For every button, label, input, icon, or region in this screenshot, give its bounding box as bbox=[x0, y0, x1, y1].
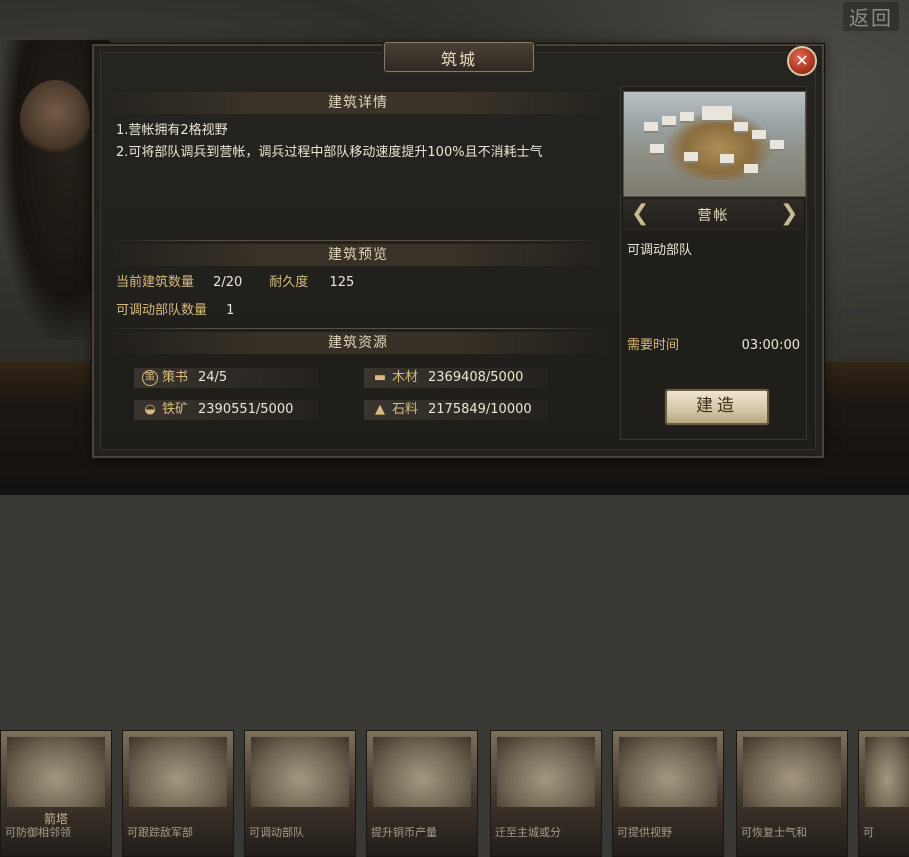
building-card[interactable]: 可跟踪敌军部 bbox=[122, 730, 234, 857]
resource-value: 2175849/10000 bbox=[428, 402, 532, 417]
dialog-title-plate: 筑城 bbox=[384, 42, 534, 72]
durability-label: 耐久度 bbox=[269, 275, 309, 290]
resource-label: 策书 bbox=[162, 370, 189, 385]
tent-shape bbox=[734, 122, 748, 133]
building-card-desc: 可提供视野 bbox=[617, 826, 672, 839]
tent-shape bbox=[650, 144, 664, 155]
chevron-right-icon[interactable]: ❯ bbox=[780, 203, 798, 227]
tent-shape bbox=[744, 164, 758, 175]
building-card[interactable]: 提升铜币产量 bbox=[366, 730, 478, 857]
details-header: 建筑详情 bbox=[108, 92, 608, 114]
troops-row: 可调动部队数量 1 bbox=[116, 298, 234, 320]
building-thumbnail bbox=[743, 737, 841, 807]
build-time-value: 03:00:00 bbox=[741, 338, 800, 353]
durability-value: 125 bbox=[329, 275, 355, 290]
building-card-title: 箭塔 bbox=[43, 812, 68, 826]
resource-label: 石料 bbox=[392, 402, 419, 417]
building-count-value: 2/20 bbox=[213, 275, 243, 290]
building-thumbnail bbox=[865, 737, 909, 807]
tent-shape bbox=[680, 112, 694, 123]
building-name: 营帐 bbox=[697, 208, 730, 224]
build-button[interactable]: 建造 bbox=[665, 389, 769, 425]
building-card-desc: 提升铜币产量 bbox=[371, 826, 437, 839]
building-card-desc: 迁至主城或分 bbox=[495, 826, 561, 839]
dialog-title: 筑城 bbox=[440, 50, 477, 69]
resources-header: 建筑资源 bbox=[108, 332, 608, 354]
building-card-desc: 可恢复士气和 bbox=[741, 826, 807, 839]
building-thumbnail bbox=[251, 737, 349, 807]
building-thumbnail bbox=[129, 737, 227, 807]
building-description: 可调动部队 bbox=[627, 243, 693, 258]
building-card-desc: 可调动部队 bbox=[249, 826, 304, 839]
building-card[interactable]: 箭塔 可防御相邻领 bbox=[0, 730, 112, 857]
building-count-row: 当前建筑数量 2/20 耐久度 125 bbox=[116, 270, 354, 292]
wood-icon: ▬ bbox=[373, 370, 387, 385]
resource-strategy-book: 策 策书 24/5 bbox=[134, 368, 318, 388]
building-thumbnail bbox=[373, 737, 471, 807]
building-card[interactable]: 可 bbox=[858, 730, 909, 857]
building-card-desc: 可防御相邻领 bbox=[5, 826, 71, 839]
tent-shape bbox=[752, 130, 766, 141]
resource-value: 2390551/5000 bbox=[198, 402, 294, 417]
resource-label: 木材 bbox=[392, 370, 419, 385]
building-card[interactable]: 迁至主城或分 bbox=[490, 730, 602, 857]
section-divider bbox=[108, 240, 608, 241]
build-time-row: 需要时间 03:00:00 bbox=[621, 335, 806, 357]
section-divider bbox=[108, 328, 608, 329]
info-panel: 建筑详情 1.营帐拥有2格视野 2.可将部队调兵到营帐，调兵过程中部队移动速度提… bbox=[108, 86, 612, 436]
tent-shape bbox=[644, 122, 658, 133]
close-button[interactable]: ✕ bbox=[787, 46, 817, 76]
strategy-book-icon: 策 bbox=[142, 370, 158, 386]
stone-icon: ▲ bbox=[375, 402, 385, 417]
detail-line: 1.营帐拥有2格视野 bbox=[116, 123, 228, 138]
tent-shape bbox=[684, 152, 698, 163]
resource-value: 24/5 bbox=[198, 370, 228, 385]
resource-value: 2369408/5000 bbox=[428, 370, 524, 385]
iron-ore-icon: ◒ bbox=[144, 402, 156, 417]
building-thumbnail bbox=[497, 737, 595, 807]
building-selector: ❮ 营帐 ❯ bbox=[623, 199, 804, 231]
building-image bbox=[623, 91, 806, 197]
tent-shape bbox=[720, 154, 734, 165]
tent-shape bbox=[662, 116, 676, 127]
building-card[interactable]: 可提供视野 bbox=[612, 730, 724, 857]
build-time-label: 需要时间 bbox=[627, 338, 680, 353]
building-thumbnail bbox=[619, 737, 717, 807]
building-card-desc: 可跟踪敌军部 bbox=[127, 826, 193, 839]
resource-stone: ▲ 石料 2175849/10000 bbox=[364, 400, 548, 420]
tent-shape bbox=[702, 106, 732, 122]
close-icon: ✕ bbox=[795, 51, 809, 70]
troops-label: 可调动部队数量 bbox=[116, 303, 208, 318]
details-text: 1.营帐拥有2格视野 2.可将部队调兵到营帐，调兵过程中部队移动速度提升100%… bbox=[116, 120, 606, 164]
building-panel: ❮ 营帐 ❯ 可调动部队 需要时间 03:00:00 建造 bbox=[620, 86, 807, 440]
preview-header: 建筑预览 bbox=[108, 244, 608, 266]
building-card[interactable]: 可调动部队 bbox=[244, 730, 356, 857]
resource-label: 铁矿 bbox=[162, 402, 189, 417]
building-count-label: 当前建筑数量 bbox=[116, 275, 195, 290]
building-card[interactable]: 可恢复士气和 bbox=[736, 730, 848, 857]
building-card-desc: 可 bbox=[863, 826, 874, 839]
troops-value: 1 bbox=[226, 303, 235, 318]
resource-wood: ▬ 木材 2369408/5000 bbox=[364, 368, 548, 388]
detail-line: 2.可将部队调兵到营帐，调兵过程中部队移动速度提升100%且不消耗士气 bbox=[116, 145, 543, 160]
building-thumbnail bbox=[7, 737, 105, 807]
construction-dialog: 筑城 ✕ 建筑详情 1.营帐拥有2格视野 2.可将部队调兵到营帐，调兵过程中部队… bbox=[92, 42, 824, 458]
resource-iron: ◒ 铁矿 2390551/5000 bbox=[134, 400, 318, 420]
tent-shape bbox=[770, 140, 784, 151]
